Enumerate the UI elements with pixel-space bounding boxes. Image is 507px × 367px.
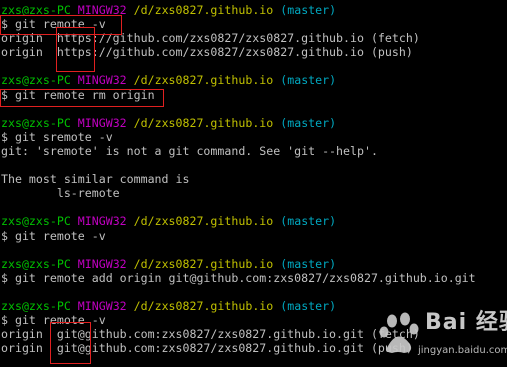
output-text: origin git@github.com:zxs0827/zxs0827.gi… — [1, 327, 420, 342]
output-text: git: 'sremote' is not a git command. See… — [1, 143, 378, 158]
output-line: ls-remote — [1, 186, 507, 200]
prompt-path: /d/zxs0827.github.io — [133, 73, 274, 88]
prompt-user: zxs@zxs-PC — [1, 214, 71, 229]
prompt-user: zxs@zxs-PC — [1, 298, 71, 313]
prompt-line: zxs@zxs-PC MINGW32 /d/zxs0827.github.io … — [1, 73, 507, 87]
prompt-path: /d/zxs0827.github.io — [133, 214, 274, 229]
watermark-url: jingyan.baidu.com — [418, 345, 507, 356]
prompt-branch: (master) — [280, 256, 337, 271]
output-line: $ git remote rm origin — [1, 88, 507, 102]
prompt-branch: (master) — [280, 115, 337, 130]
prompt-host: MINGW32 — [77, 3, 127, 17]
output-text: $ git remote rm origin — [1, 87, 155, 102]
output-text: origin git@github.com:zxs0827/zxs0827.gi… — [1, 341, 413, 356]
prompt-user: zxs@zxs-PC — [1, 3, 71, 17]
output-text: $ git remote -v — [1, 228, 106, 243]
terminal-window[interactable]: zxs@zxs-PC MINGW32 /d/zxs0827.github.io … — [0, 0, 507, 367]
prompt-host: MINGW32 — [77, 214, 127, 229]
prompt-branch: (master) — [280, 214, 337, 229]
output-text: ls-remote — [1, 186, 120, 201]
output-text: $ git sremote -v — [1, 129, 113, 144]
prompt-branch: (master) — [280, 298, 337, 313]
prompt-host: MINGW32 — [77, 73, 127, 88]
output-text: $ git remote -v — [1, 17, 106, 32]
output-line: git: 'sremote' is not a git command. See… — [1, 144, 507, 158]
prompt-path: /d/zxs0827.github.io — [133, 298, 274, 313]
prompt-line: zxs@zxs-PC MINGW32 /d/zxs0827.github.io … — [1, 257, 507, 271]
output-line: $ git remote -v — [1, 229, 507, 243]
prompt-user: zxs@zxs-PC — [1, 73, 71, 88]
terminal-output: zxs@zxs-PC MINGW32 /d/zxs0827.github.io … — [1, 3, 507, 355]
prompt-line: zxs@zxs-PC MINGW32 /d/zxs0827.github.io … — [1, 3, 507, 17]
output-line: $ git remote add origin git@github.com:z… — [1, 271, 507, 285]
output-line: origin https://github.com/zxs0827/zxs082… — [1, 45, 507, 59]
output-line: The most similar command is — [1, 172, 507, 186]
prompt-host: MINGW32 — [77, 298, 127, 313]
prompt-path: /d/zxs0827.github.io — [133, 115, 274, 130]
output-text: $ git remote add origin git@github.com:z… — [1, 270, 476, 285]
prompt-path: /d/zxs0827.github.io — [133, 3, 274, 17]
output-line: origin https://github.com/zxs0827/zxs082… — [1, 31, 507, 45]
prompt-branch: (master) — [280, 73, 337, 88]
output-line: $ git remote -v — [1, 17, 507, 31]
output-text: The most similar command is — [1, 172, 190, 187]
prompt-user: zxs@zxs-PC — [1, 256, 71, 271]
prompt-host: MINGW32 — [77, 256, 127, 271]
output-text: $ git remote -v — [1, 313, 106, 328]
output-line: $ git sremote -v — [1, 130, 507, 144]
output-text: origin https://github.com/zxs0827/zxs082… — [1, 31, 420, 46]
watermark-brand: Bai 经验 — [425, 310, 507, 335]
prompt-branch: (master) — [280, 3, 337, 17]
prompt-user: zxs@zxs-PC — [1, 115, 71, 130]
watermark: Bai 经验 jingyan.baidu.com — [378, 310, 507, 362]
output-text: origin https://github.com/zxs0827/zxs082… — [1, 45, 413, 60]
prompt-line: zxs@zxs-PC MINGW32 /d/zxs0827.github.io … — [1, 116, 507, 130]
prompt-line: zxs@zxs-PC MINGW32 /d/zxs0827.github.io … — [1, 214, 507, 228]
prompt-host: MINGW32 — [77, 115, 127, 130]
prompt-path: /d/zxs0827.github.io — [133, 256, 274, 271]
